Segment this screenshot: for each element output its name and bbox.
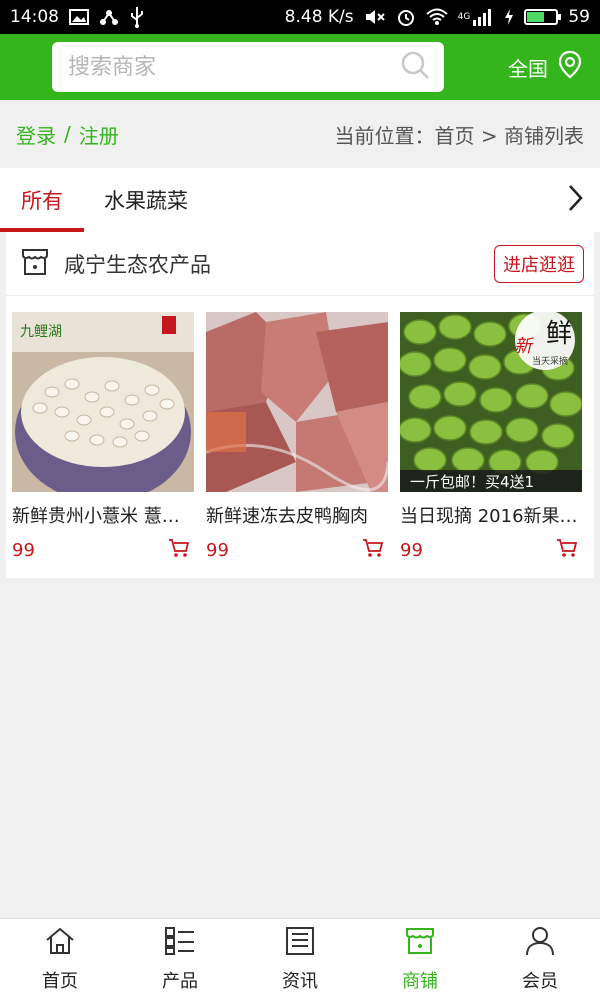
nav-label: 首页 bbox=[42, 971, 78, 992]
cart-icon[interactable] bbox=[362, 538, 384, 562]
chevron-right-icon bbox=[565, 183, 585, 217]
product-name[interactable]: 新鲜速冻去皮鸭胸肉 bbox=[206, 502, 388, 528]
fresh-badge-tiny: 当天采摘 bbox=[532, 355, 568, 367]
enter-shop-button[interactable]: 进店逛逛 bbox=[494, 244, 584, 283]
login-separator: / bbox=[64, 122, 71, 146]
nav-label: 商铺 bbox=[402, 971, 438, 992]
product-price: 99 bbox=[206, 539, 229, 561]
tabs-scroll-right-button[interactable] bbox=[550, 168, 600, 232]
nav-item-member[interactable]: 会员 bbox=[480, 919, 600, 1000]
product-name[interactable]: 新鲜贵州小薏米 薏米仁 bbox=[12, 502, 194, 528]
network-speed: 8.48 K/s bbox=[284, 7, 354, 27]
usb-icon bbox=[129, 6, 145, 28]
shop-card: 咸宁生态农产品 进店逛逛 九鲤湖 新鲜贵州小薏米 薏米仁 99 新鲜速冻去皮鸭胸… bbox=[6, 232, 594, 578]
tab-all[interactable]: 所有 bbox=[0, 168, 84, 232]
login-link[interactable]: 登录 bbox=[16, 120, 56, 149]
cart-icon[interactable] bbox=[168, 538, 190, 562]
bottom-nav: 首页 产品 资讯 商铺 会员 bbox=[0, 918, 600, 1000]
cart-icon[interactable] bbox=[556, 538, 578, 562]
region-selector[interactable]: 全国 bbox=[508, 50, 584, 85]
signal-icon: 4G bbox=[458, 8, 495, 26]
fresh-badge-small: 鲜 bbox=[546, 319, 572, 349]
search-box[interactable] bbox=[52, 42, 444, 92]
search-icon[interactable] bbox=[400, 50, 430, 84]
tab-fruits-vegetables[interactable]: 水果蔬菜 bbox=[84, 168, 208, 232]
list-icon bbox=[164, 926, 196, 961]
nav-item-news[interactable]: 资讯 bbox=[240, 919, 360, 1000]
search-input[interactable] bbox=[68, 54, 400, 80]
product-list: 九鲤湖 新鲜贵州小薏米 薏米仁 99 新鲜速冻去皮鸭胸肉 99 新 鲜 当天采摘… bbox=[6, 296, 594, 562]
shop-icon bbox=[20, 247, 50, 281]
nav-item-products[interactable]: 产品 bbox=[120, 919, 240, 1000]
status-bar: 14:08 8.48 K/s 4G 59 bbox=[0, 0, 600, 34]
breadcrumb-row: 登录 / 注册 当前位置：首页 > 商铺列表 bbox=[0, 100, 600, 168]
fresh-badge-big: 新 bbox=[514, 336, 535, 357]
wifi-icon bbox=[425, 8, 448, 26]
news-icon bbox=[284, 926, 316, 961]
image-notification-icon bbox=[69, 8, 89, 26]
nav-item-shops[interactable]: 商铺 bbox=[360, 919, 480, 1000]
product-image-olives[interactable]: 新 鲜 当天采摘 一斤包邮！买4送1 bbox=[400, 312, 582, 492]
location-pin-icon bbox=[556, 50, 584, 85]
charging-icon bbox=[504, 9, 514, 25]
status-time: 14:08 bbox=[10, 7, 59, 27]
alarm-icon bbox=[396, 7, 416, 27]
home-icon bbox=[44, 926, 76, 961]
nav-label: 资讯 bbox=[282, 971, 318, 992]
battery-icon bbox=[524, 9, 562, 25]
shop-header: 咸宁生态农产品 进店逛逛 bbox=[6, 232, 594, 296]
product-price: 99 bbox=[12, 539, 35, 561]
nav-item-home[interactable]: 首页 bbox=[0, 919, 120, 1000]
shop-name[interactable]: 咸宁生态农产品 bbox=[64, 249, 211, 279]
brand-text: 九鲤湖 bbox=[20, 324, 62, 340]
product-card[interactable]: 新 鲜 当天采摘 一斤包邮！买4送1 当日现摘 2016新果橄榄 99 bbox=[400, 312, 582, 562]
category-tabs: 所有 水果蔬菜 bbox=[0, 168, 600, 232]
promo-text: 一斤包邮！买4送1 bbox=[410, 473, 534, 491]
product-card[interactable]: 九鲤湖 新鲜贵州小薏米 薏米仁 99 bbox=[12, 312, 194, 562]
product-name[interactable]: 当日现摘 2016新果橄榄 bbox=[400, 502, 582, 528]
share-notification-icon bbox=[99, 7, 119, 27]
nav-label: 会员 bbox=[522, 971, 558, 992]
product-image-duck-breast[interactable] bbox=[206, 312, 388, 492]
app-header: 全国 bbox=[0, 34, 600, 100]
mute-icon bbox=[364, 8, 386, 26]
product-price: 99 bbox=[400, 539, 423, 561]
register-link[interactable]: 注册 bbox=[79, 120, 119, 149]
breadcrumb: 当前位置：首页 > 商铺列表 bbox=[334, 123, 584, 148]
user-icon bbox=[524, 926, 556, 961]
product-image-coix-seed[interactable]: 九鲤湖 bbox=[12, 312, 194, 492]
product-card[interactable]: 新鲜速冻去皮鸭胸肉 99 bbox=[206, 312, 388, 562]
region-label: 全国 bbox=[508, 56, 548, 81]
nav-label: 产品 bbox=[162, 971, 198, 992]
battery-level: 59 bbox=[568, 7, 590, 27]
network-type: 4G bbox=[457, 12, 471, 22]
shop-icon bbox=[404, 926, 436, 961]
